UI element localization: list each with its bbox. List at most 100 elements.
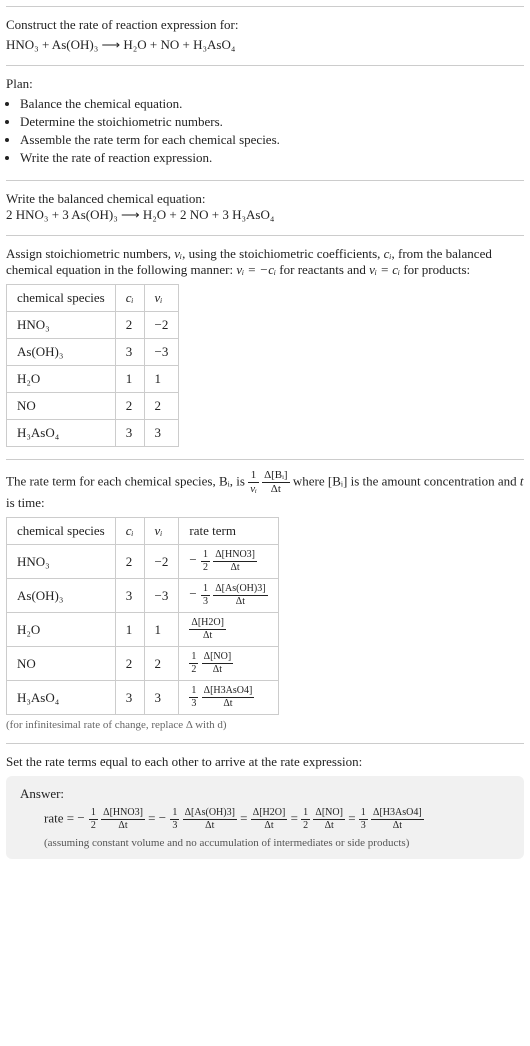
plan-heading: Plan: [6,76,524,92]
cell-ci: 3 [115,339,144,366]
rate-term: 1 2 Δ[NO] Δt [301,808,345,831]
coef-frac: 1 3 [201,584,210,607]
col-rate-term: rate term [179,518,278,545]
delta-den: Δt [202,664,234,675]
sign: − [189,552,196,567]
section-balanced: Write the balanced chemical equation: 2 … [6,180,524,235]
col-nui: νᵢ [144,285,179,312]
table-row: H₃AsO₄ 3 3 1 3 Δ[H3AsO4] Δt [7,681,279,715]
cell-ci: 3 [115,420,144,447]
cell-ci: 3 [115,579,144,613]
coef-den: 3 [189,698,198,709]
table-row: H₂O 1 1 [7,366,179,393]
delta-frac: Δ[HNO3] Δt [101,808,145,831]
section-final: Set the rate terms equal to each other t… [6,743,524,871]
rate-term: Δ[H2O] Δt [251,808,288,831]
equals: = [148,810,159,825]
frac-lead-den: νᵢ [248,483,259,495]
coef-frac: 1 2 [189,652,198,675]
cell-ci: 1 [115,613,144,647]
rate-intro-c: where [293,473,328,488]
cell-ci: 1 [115,366,144,393]
balanced-heading: Write the balanced chemical equation: [6,191,524,207]
cell-nui: 3 [144,681,179,715]
assign-text-a: Assign stoichiometric numbers, [6,246,174,261]
frac-main: Δ[Bᵢ] Δt [262,470,290,495]
coef-frac: 1 2 [301,808,310,831]
rate-table: chemical species cᵢ νᵢ rate term HNO₃ 2 … [6,517,279,715]
delta-num: Δ[NO] [313,808,345,820]
equals: = [291,810,302,825]
rate-intro-t: t [520,473,524,488]
coef-num: 1 [201,584,210,596]
cell-species: NO [7,393,116,420]
cell-ci: 3 [115,681,144,715]
delta-frac: Δ[H2O] Δt [189,618,226,641]
table-row: H₂O 1 1 Δ[H2O] Δt [7,613,279,647]
cell-ci: 2 [115,545,144,579]
coef-num: 1 [189,686,198,698]
cell-species: As(OH)₃ [7,339,116,366]
rate-intro-text: The rate term for each chemical species,… [6,470,524,511]
plan-item: Write the rate of reaction expression. [20,150,524,166]
final-heading: Set the rate terms equal to each other t… [6,754,524,770]
cell-nui: 1 [144,613,179,647]
rate-intro-d: is the amount concentration and [347,473,520,488]
rate-intro-conc: [Bᵢ] [328,473,347,488]
delta-num: Δ[HNO3] [213,550,257,562]
answer-label: Answer: [20,786,510,802]
equals: = [240,810,251,825]
delta-den: Δt [371,820,424,831]
stoich-table: chemical species cᵢ νᵢ HNO₃ 2 −2 As(OH)₃… [6,284,179,447]
delta-num: Δ[As(OH)3] [213,584,267,596]
cell-species: H₃AsO₄ [7,420,116,447]
plan-item: Balance the chemical equation. [20,96,524,112]
answer-box: Answer: rate = − 1 2 Δ[HNO3] Δt = − [6,776,524,859]
rate-expression: rate = − 1 2 Δ[HNO3] Δt = − 1 3 [20,808,510,831]
cell-nui: 3 [144,420,179,447]
rate-prefix: rate = [44,810,77,825]
cell-nui: −3 [144,339,179,366]
frac-main-den: Δt [262,483,290,495]
assign-nu-i: νᵢ [174,246,182,261]
coef-frac: 1 3 [170,808,179,831]
answer-assumption: (assuming constant volume and no accumul… [20,837,510,849]
frac-lead-num: 1 [248,470,259,483]
coef-den: 2 [189,664,198,675]
delta-den: Δt [213,596,267,607]
table-row: H₃AsO₄ 3 3 [7,420,179,447]
assign-text: Assign stoichiometric numbers, νᵢ, using… [6,246,524,278]
delta-num: Δ[H2O] [189,618,226,630]
sign: − [77,810,84,825]
cell-species: H₂O [7,366,116,393]
delta-num: Δ[H3AsO4] [371,808,424,820]
coef-frac: 1 3 [359,808,368,831]
cell-nui: 1 [144,366,179,393]
table-row: NO 2 2 1 2 Δ[NO] Δt [7,647,279,681]
delta-den: Δt [189,630,226,641]
coef-num: 1 [170,808,179,820]
sign: − [189,586,196,601]
coef-den: 2 [201,562,210,573]
rate-intro-bi: Bᵢ [219,473,230,488]
delta-den: Δt [251,820,288,831]
rate-term: − 1 3 Δ[As(OH)3] Δt [159,808,237,831]
delta-frac: Δ[H2O] Δt [251,808,288,831]
table-row: As(OH)₃ 3 −3 [7,339,179,366]
plan-item: Determine the stoichiometric numbers. [20,114,524,130]
delta-frac: Δ[As(OH)3] Δt [183,808,237,831]
cell-species: As(OH)₃ [7,579,116,613]
delta-frac: Δ[As(OH)3] Δt [213,584,267,607]
delta-den: Δt [313,820,345,831]
assign-text-d: for reactants and [276,262,369,277]
table-row: NO 2 2 [7,393,179,420]
cell-nui: −3 [144,579,179,613]
coef-num: 1 [89,808,98,820]
cell-rate-term: 1 2 Δ[NO] Δt [179,647,278,681]
delta-den: Δt [202,698,255,709]
coef-num: 1 [189,652,198,664]
coef-num: 1 [201,550,210,562]
table-row: As(OH)₃ 3 −3 − 1 3 Δ[As(OH)3] Δt [7,579,279,613]
rate-term: − 1 2 Δ[HNO3] Δt [77,808,145,831]
frac-main-num: Δ[Bᵢ] [262,470,290,483]
